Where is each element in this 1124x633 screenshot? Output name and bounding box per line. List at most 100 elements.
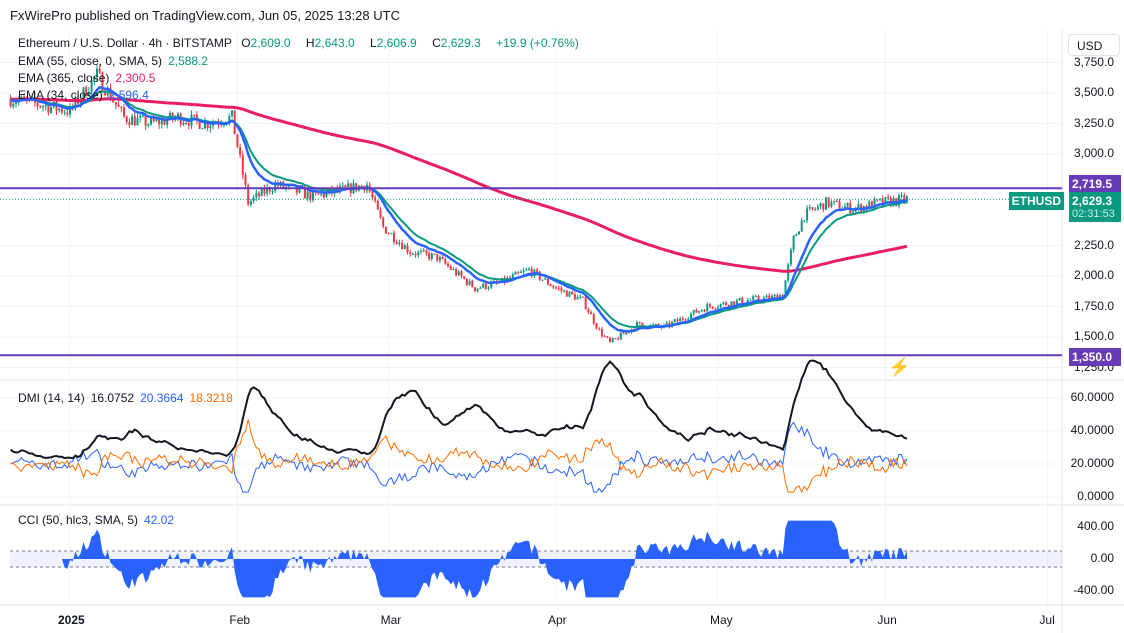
candle-body <box>395 241 398 244</box>
candle-body <box>595 323 598 329</box>
candle-body <box>614 338 617 340</box>
candle-body <box>147 124 150 126</box>
candle-body <box>317 192 320 195</box>
candle-body <box>900 195 903 197</box>
price-axis-label: 2,250.0 <box>1073 237 1114 252</box>
candle-body <box>306 191 309 199</box>
candle-body <box>700 310 703 312</box>
symbol-title: Ethereum / U.S. Dollar · 4h · BITSTAMP <box>18 36 232 50</box>
di-minus-value: 18.3218 <box>189 391 233 405</box>
candle-body <box>741 297 744 304</box>
candle-body <box>468 280 471 285</box>
candle-body <box>565 290 568 297</box>
ema365-legend[interactable]: EMA (365, close) 2,300.5 <box>18 71 161 85</box>
candle-body <box>573 294 576 300</box>
candle-body <box>808 207 811 209</box>
time-axis-label: 2025 <box>58 613 85 627</box>
candle-body <box>546 278 549 285</box>
candle-body <box>360 185 363 187</box>
change-value: +19.9 (+0.76%) <box>496 36 579 50</box>
level-low-tag: 1,350.0 <box>1069 348 1121 366</box>
candle-body <box>676 319 679 322</box>
candle-body <box>244 175 247 186</box>
candle-body <box>673 319 676 322</box>
candle-body <box>563 290 566 292</box>
candle-body <box>123 107 125 117</box>
candle-body <box>401 242 404 249</box>
candle-body <box>714 308 717 310</box>
cci-axis-label: 0.00 <box>1090 551 1114 565</box>
candle-body <box>738 297 741 301</box>
candle-body <box>544 278 547 280</box>
low-value: 2,606.9 <box>376 36 417 50</box>
dmi-label: DMI (14, 14) <box>18 391 85 405</box>
high-label: H <box>305 36 315 50</box>
price-axis-label: 1,500.0 <box>1073 329 1114 343</box>
ema365-value: 2,300.5 <box>115 71 156 85</box>
bar-countdown: 02:31:53 <box>1072 208 1115 220</box>
candle-body <box>114 102 117 105</box>
price-axis-label: 3,000.0 <box>1073 146 1114 160</box>
candle-body <box>193 114 196 116</box>
low-label: L <box>369 36 377 50</box>
candle-body <box>133 116 136 126</box>
candle-body <box>814 209 817 211</box>
candle-body <box>417 251 420 256</box>
ema55-label: EMA (55, close, 0, SMA, 5) <box>18 54 163 68</box>
candle-body <box>128 121 131 125</box>
candle-body <box>887 197 890 199</box>
candle-body <box>687 319 690 321</box>
candle-body <box>406 245 409 253</box>
candle-body <box>441 257 444 259</box>
candle-body <box>344 185 347 187</box>
candle-body <box>384 226 387 234</box>
chart-canvas[interactable] <box>0 0 1124 633</box>
candle-body <box>320 193 323 195</box>
candle-body <box>606 336 609 338</box>
candle-body <box>679 318 682 322</box>
candle-body <box>571 291 574 295</box>
candle-body <box>414 253 417 256</box>
candle-body <box>819 203 822 207</box>
candle-body <box>592 314 595 324</box>
candle-body <box>611 338 614 342</box>
candle-body <box>249 201 252 205</box>
candle-body <box>773 294 776 297</box>
candle-body <box>525 269 528 271</box>
candle-body <box>44 104 47 107</box>
price-axis-label: 2,000.0 <box>1073 268 1114 282</box>
candle-body <box>428 253 431 259</box>
dmi-legend[interactable]: DMI (14, 14) 16.0752 20.3664 18.3218 <box>18 391 239 405</box>
adx-value: 16.0752 <box>90 391 135 405</box>
candle-body <box>125 116 128 122</box>
dmi-axis-label: 40.0000 <box>1070 423 1114 437</box>
candle-body <box>717 307 719 309</box>
currency-selector[interactable]: USD <box>1068 34 1120 56</box>
candle-body <box>139 115 142 118</box>
candle-body <box>47 104 50 113</box>
last-price: 2,629.3 <box>1072 194 1113 208</box>
ema34-legend[interactable]: EMA (34, close) 2,596.4 <box>18 88 155 102</box>
candle-body <box>471 280 474 288</box>
candle-body <box>722 302 725 304</box>
candle-body <box>422 250 425 252</box>
candle-body <box>846 203 849 207</box>
candle-body <box>322 193 325 198</box>
lightning-icon[interactable]: ⚡ <box>888 357 910 378</box>
candle-body <box>698 311 701 313</box>
candle-body <box>695 309 698 313</box>
candle-body <box>449 266 452 270</box>
cci-axis-label: -400.00 <box>1073 583 1114 597</box>
price-axis-label: 3,500.0 <box>1073 85 1114 99</box>
candle-body <box>835 200 838 202</box>
cci-legend[interactable]: CCI (50, hlc3, SMA, 5) 42.02 <box>18 513 180 527</box>
candle-body <box>58 108 61 111</box>
candle-body <box>549 284 552 287</box>
price-axis-label: 1,750.0 <box>1073 298 1114 313</box>
candle-body <box>433 253 436 255</box>
candle-body <box>803 220 806 222</box>
open-value: 2,609.0 <box>250 36 291 50</box>
candle-body <box>239 146 242 155</box>
price-axis-label: 3,250.0 <box>1073 115 1114 130</box>
ema55-legend[interactable]: EMA (55, close, 0, SMA, 5) 2,588.2 <box>18 54 214 68</box>
